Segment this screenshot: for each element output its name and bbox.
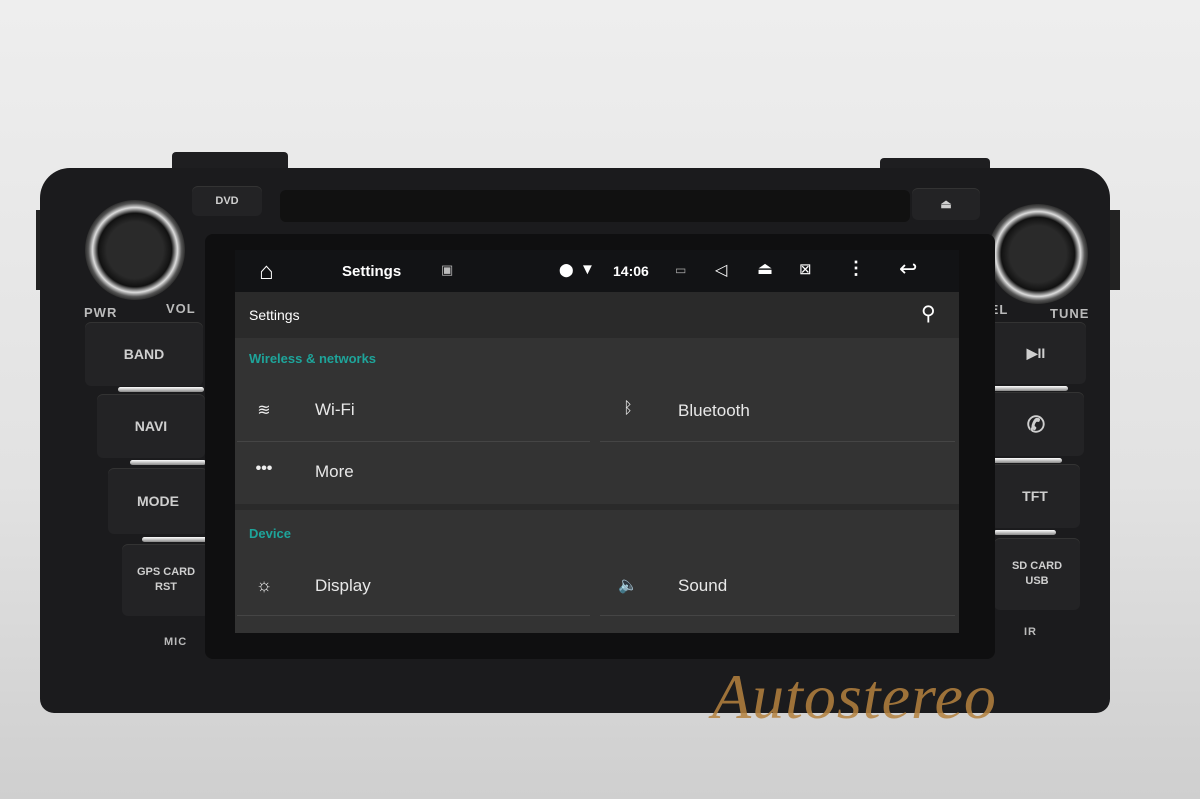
mode-button[interactable]: MODE	[108, 468, 208, 534]
pwr-label: PWR	[84, 305, 118, 320]
status-title: Settings	[342, 263, 402, 280]
home-icon[interactable]: ⌂	[259, 258, 274, 286]
section-header-device: Device	[249, 526, 291, 541]
page-title: Settings	[249, 307, 300, 323]
android-screen: ⌂ Settings ▣ ⬤ ▼ 14:06 ▭ ◁ ⏏ ⊠ ⋮ ↩ Setti…	[235, 250, 959, 633]
tune-label: TUNE	[1050, 306, 1090, 321]
clock: 14:06	[613, 263, 649, 279]
gps-card-rst-button[interactable]: GPS CARD RST	[122, 544, 210, 616]
item-label: Bluetooth	[678, 401, 750, 420]
wifi-icon: ≋	[257, 402, 271, 419]
sd-card-usb-button[interactable]: SD CARD USB	[994, 538, 1080, 610]
play-pause-icon: ▶II	[1026, 344, 1046, 361]
settings-item-bluetooth[interactable]: ᛒ Bluetooth	[600, 380, 955, 440]
ir-label: IR	[1024, 626, 1037, 638]
disc-slot	[280, 190, 910, 222]
divider	[600, 441, 955, 442]
dvd-button[interactable]: DVD	[192, 186, 262, 216]
navi-button[interactable]: NAVI	[97, 394, 205, 458]
vol-label: VOL	[166, 301, 196, 316]
close-window-icon[interactable]: ⊠	[799, 260, 812, 278]
app-bar: Settings ⚲	[235, 292, 959, 338]
mic-label: MIC	[164, 636, 188, 648]
chrome-strip	[142, 537, 208, 542]
bluetooth-icon: ᛒ	[623, 400, 633, 417]
location-icon: ⬤	[559, 262, 574, 277]
menu-dots-icon[interactable]: ⋮	[847, 258, 865, 279]
settings-item-more[interactable]: ••• More	[235, 442, 590, 502]
tft-button[interactable]: TFT	[990, 464, 1080, 528]
search-icon[interactable]: ⚲	[921, 301, 936, 326]
brightness-icon: ☼	[255, 575, 273, 595]
sound-icon: 🔈	[618, 577, 638, 594]
autostereo-watermark: Autostereo	[712, 661, 997, 732]
phone-button[interactable]: ✆	[988, 392, 1084, 456]
play-pause-button[interactable]: ▶II	[986, 322, 1086, 384]
settings-item-wifi[interactable]: ≋ Wi-Fi	[235, 380, 590, 440]
eject-icon: ⏏	[940, 196, 952, 211]
wifi-icon: ▼	[580, 261, 595, 278]
section-header-wireless: Wireless & networks	[249, 351, 377, 366]
image-icon: ▣	[441, 262, 454, 277]
settings-item-display[interactable]: ☼ Display	[235, 555, 590, 615]
chrome-strip	[118, 387, 204, 392]
item-label: Sound	[678, 576, 728, 595]
chrome-strip	[990, 458, 1062, 463]
volume-knob[interactable]	[85, 200, 185, 300]
chrome-strip	[130, 460, 206, 465]
settings-item-sound[interactable]: 🔈 Sound	[600, 555, 955, 615]
phone-icon: ✆	[1026, 411, 1046, 437]
back-icon[interactable]: ↩	[899, 256, 917, 282]
eject-button[interactable]: ⏏	[912, 188, 980, 220]
status-bar: ⌂ Settings ▣ ⬤ ▼ 14:06 ▭ ◁ ⏏ ⊠ ⋮ ↩	[235, 250, 959, 292]
divider	[237, 615, 590, 616]
chrome-strip	[988, 386, 1068, 391]
tune-knob[interactable]	[988, 204, 1088, 304]
eject-icon[interactable]: ⏏	[757, 259, 773, 279]
chrome-strip	[994, 530, 1056, 535]
item-label: More	[315, 462, 354, 481]
volume-icon[interactable]: ◁	[715, 260, 727, 280]
battery-icon: ▭	[675, 263, 687, 277]
section-divider	[235, 504, 959, 510]
item-label: Display	[315, 576, 371, 595]
band-button[interactable]: BAND	[85, 322, 203, 386]
item-label: Wi-Fi	[315, 400, 355, 419]
divider	[600, 615, 955, 616]
more-icon: •••	[255, 460, 273, 477]
